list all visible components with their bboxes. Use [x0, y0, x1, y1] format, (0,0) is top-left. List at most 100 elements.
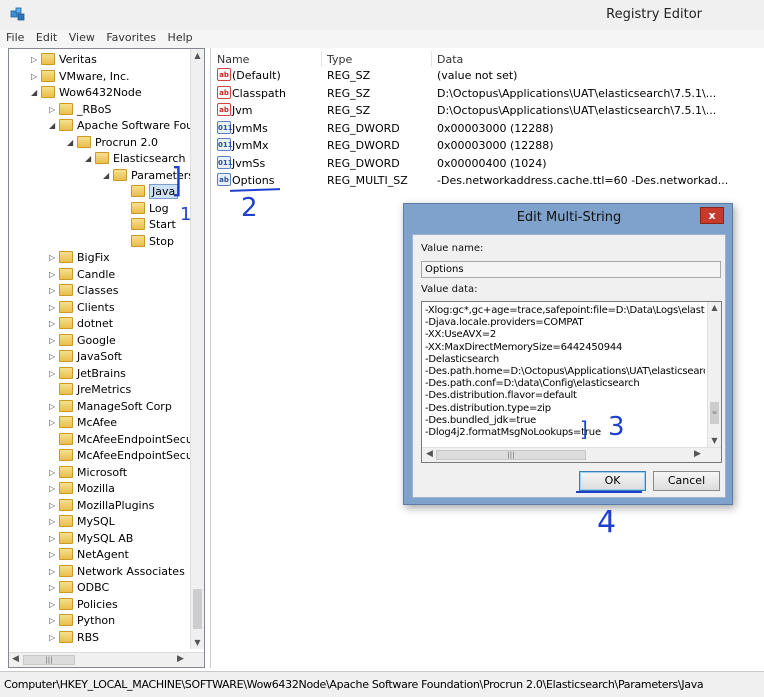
tree-item[interactable]: ▷ Clients: [9, 300, 189, 316]
expand-arrow-icon[interactable]: ▷: [31, 56, 39, 64]
expand-arrow-icon[interactable]: ▷: [49, 600, 57, 609]
tree-item[interactable]: ▷ Classes: [9, 283, 189, 299]
column-header-type[interactable]: Type: [327, 53, 352, 66]
tree-item[interactable]: ▷ Veritas: [9, 52, 189, 68]
collapse-arrow-icon[interactable]: ◢: [85, 155, 93, 163]
expand-arrow-icon[interactable]: ▷: [49, 419, 57, 427]
tree-item[interactable]: ◢ Apache Software Founda: [9, 118, 204, 134]
menu-help[interactable]: Help: [168, 30, 193, 44]
collapse-arrow-icon[interactable]: ◢: [31, 89, 39, 97]
tree-item[interactable]: ▷ Candle: [9, 267, 189, 283]
expand-arrow-icon[interactable]: ▷: [49, 468, 57, 477]
expand-arrow-icon[interactable]: ▷: [49, 402, 57, 411]
close-icon[interactable]: x: [700, 207, 724, 224]
menu-file[interactable]: File: [6, 30, 24, 44]
tree-item[interactable]: ▷ JetBrains: [9, 366, 189, 382]
collapse-arrow-icon[interactable]: ◢: [49, 122, 57, 130]
expand-arrow-icon[interactable]: ▷: [49, 518, 57, 526]
scroll-up-arrow-icon[interactable]: ▲: [708, 302, 721, 314]
tree-item[interactable]: ▷ _RBoS: [9, 102, 189, 118]
expand-arrow-icon[interactable]: ▷: [49, 584, 57, 592]
tree-item[interactable]: ◢ Wow6432Node: [9, 85, 189, 101]
tree-item[interactable]: JreMetrics: [9, 382, 189, 398]
column-header-data[interactable]: Data: [437, 53, 463, 66]
value-data-textarea[interactable]: -Xlog:gc*,gc+age=trace,safepoint:file=D:…: [421, 301, 722, 463]
ok-button[interactable]: OK: [579, 471, 646, 491]
value-row[interactable]: 011 JvmMs REG_DWORD 0x00003000 (12288): [211, 120, 764, 137]
registry-key-tree[interactable]: ▷ Veritas ▷ VMware, Inc. ◢ Wow6432Node ▷ _RBoS ◢…: [8, 48, 205, 668]
tree-item[interactable]: ▷ BigFix: [9, 250, 189, 266]
value-row[interactable]: ab Jvm REG_SZ D:\Octopus\Applications\UAT\e…: [211, 102, 764, 119]
tree-item[interactable]: McAfeeEndpointSecurit: [9, 448, 204, 464]
expand-arrow-icon[interactable]: ▷: [49, 105, 57, 114]
tree-item[interactable]: ◢ Elasticsearch: [9, 151, 189, 167]
tree-item[interactable]: ▷ Microsoft: [9, 465, 189, 481]
value-row[interactable]: ab (Default) REG_SZ (value not set): [211, 67, 764, 84]
expand-arrow-icon[interactable]: ▷: [49, 320, 57, 328]
tree-vertical-scrollbar[interactable]: ▲ ▼: [190, 49, 204, 649]
column-header-name[interactable]: Name: [217, 53, 249, 66]
tree-item[interactable]: ▷ MySQL AB: [9, 531, 189, 547]
tree-item[interactable]: ▷ MozillaPlugins: [9, 498, 189, 514]
textarea-horizontal-scrollbar[interactable]: ◀ ||| ▶: [422, 447, 721, 462]
expand-arrow-icon[interactable]: ▷: [49, 287, 57, 295]
expand-arrow-icon[interactable]: ▷: [49, 567, 57, 576]
scroll-thumb[interactable]: [193, 589, 202, 629]
tree-item[interactable]: Start: [9, 217, 189, 233]
scroll-left-arrow-icon[interactable]: ◀: [426, 449, 433, 459]
menu-favorites[interactable]: Favorites: [106, 30, 156, 44]
tree-item[interactable]: Java: [9, 184, 189, 200]
expand-arrow-icon[interactable]: ▷: [49, 303, 57, 312]
menu-view[interactable]: View: [69, 30, 95, 44]
collapse-arrow-icon[interactable]: ◢: [67, 138, 75, 147]
tree-item[interactable]: ▷ Google: [9, 333, 189, 349]
tree-item[interactable]: ▷ NetAgent: [9, 547, 189, 563]
menu-edit[interactable]: Edit: [36, 30, 57, 44]
scroll-up-arrow-icon[interactable]: ▲: [191, 49, 204, 62]
tree-item[interactable]: ▷ dotnet: [9, 316, 189, 332]
tree-horizontal-scrollbar[interactable]: ◀ ||| ▶: [9, 652, 204, 667]
value-row[interactable]: ab Classpath REG_SZ D:\Octopus\Applications…: [211, 85, 764, 102]
scroll-right-arrow-icon[interactable]: ▶: [177, 654, 184, 664]
scroll-left-arrow-icon[interactable]: ◀: [12, 654, 19, 664]
expand-arrow-icon[interactable]: ▷: [49, 551, 57, 559]
expand-arrow-icon[interactable]: ▷: [49, 369, 57, 378]
expand-arrow-icon[interactable]: ▷: [49, 633, 57, 642]
textarea-vertical-scrollbar[interactable]: ▲ ≡ ▼: [707, 302, 721, 447]
collapse-arrow-icon[interactable]: ◢: [103, 171, 111, 180]
expand-arrow-icon[interactable]: ▷: [49, 617, 57, 625]
expand-arrow-icon[interactable]: ▷: [49, 254, 57, 262]
scroll-down-arrow-icon[interactable]: ▼: [191, 636, 204, 649]
tree-item[interactable]: ▷ Mozilla: [9, 481, 189, 497]
tree-item[interactable]: ◢ Procrun 2.0: [9, 135, 189, 151]
tree-item[interactable]: McAfeeEndpointSecurit: [9, 432, 204, 448]
expand-arrow-icon[interactable]: ▷: [49, 534, 57, 543]
scroll-right-arrow-icon[interactable]: ▶: [694, 449, 701, 459]
tree-item[interactable]: ▷ Python: [9, 613, 189, 629]
tree-item[interactable]: ▷ ManageSoft Corp: [9, 399, 189, 415]
value-row[interactable]: ab Options REG_MULTI_SZ -Des.networkaddress…: [211, 172, 764, 189]
expand-arrow-icon[interactable]: ▷: [49, 501, 57, 510]
tree-item[interactable]: ▷ ODBC: [9, 580, 189, 596]
cancel-button[interactable]: Cancel: [653, 471, 720, 491]
tree-item[interactable]: ▷ JavaSoft: [9, 349, 189, 365]
scroll-thumb[interactable]: |||: [23, 655, 75, 665]
expand-arrow-icon[interactable]: ▷: [49, 336, 57, 345]
tree-item[interactable]: ▷ Policies: [9, 597, 189, 613]
tree-item[interactable]: ▷ Network Associates: [9, 564, 189, 580]
tree-item[interactable]: ◢ Parameters: [9, 168, 194, 184]
value-row[interactable]: 011 JvmMx REG_DWORD 0x00003000 (12288): [211, 137, 764, 154]
tree-item[interactable]: ▷ McAfee: [9, 415, 189, 431]
value-row[interactable]: 011 JvmSs REG_DWORD 0x00000400 (1024): [211, 155, 764, 172]
expand-arrow-icon[interactable]: ▷: [31, 72, 39, 81]
tree-item[interactable]: Stop: [9, 234, 189, 250]
scroll-down-arrow-icon[interactable]: ▼: [708, 435, 721, 447]
scroll-thumb[interactable]: |||: [436, 450, 586, 460]
tree-item[interactable]: ▷ MySQL: [9, 514, 189, 530]
tree-item[interactable]: Log: [9, 201, 189, 217]
tree-item[interactable]: ▷ RBS: [9, 630, 189, 646]
expand-arrow-icon[interactable]: ▷: [49, 353, 57, 361]
expand-arrow-icon[interactable]: ▷: [49, 485, 57, 493]
scroll-thumb[interactable]: ≡: [710, 402, 719, 424]
expand-arrow-icon[interactable]: ▷: [49, 270, 57, 279]
